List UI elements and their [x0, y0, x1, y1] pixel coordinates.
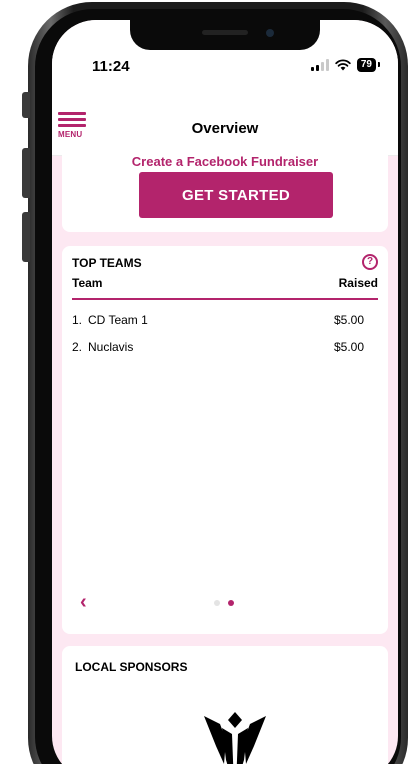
page-dot-active[interactable] — [228, 600, 234, 606]
cellular-signal-icon — [310, 59, 329, 71]
team-name: Nuclavis — [88, 340, 134, 354]
top-teams-card: TOP TEAMS ? Team Raised 1. CD Team 1 $5.… — [62, 246, 388, 634]
app-screen: 11:24 79 MENU Overview Create a Facebook… — [52, 20, 398, 764]
table-row: 2. Nuclavis $5.00 — [72, 340, 378, 362]
speaker-grille — [202, 30, 248, 35]
facebook-fundraiser-card: Create a Facebook Fundraiser GET STARTED — [62, 138, 388, 232]
local-sponsors-card: LOCAL SPONSORS — [62, 646, 388, 764]
help-icon[interactable]: ? — [362, 254, 378, 270]
sponsor-logo — [204, 712, 266, 764]
team-column-header: Team — [72, 276, 103, 290]
battery-indicator: 79 — [356, 58, 381, 72]
teams-table-header: Team Raised — [72, 276, 378, 300]
team-raised: $5.00 — [333, 313, 364, 327]
mute-switch — [22, 92, 30, 118]
local-sponsors-title: LOCAL SPONSORS — [75, 660, 188, 674]
front-camera — [266, 29, 274, 37]
team-rank: 1. — [72, 313, 83, 327]
volume-up-button — [22, 148, 30, 198]
table-row: 1. CD Team 1 $5.00 — [72, 313, 378, 335]
page-dot[interactable] — [214, 600, 220, 606]
page-title: Overview — [191, 120, 259, 137]
chevron-left-icon[interactable]: ‹ — [80, 592, 94, 612]
get-started-button[interactable]: GET STARTED — [139, 172, 333, 218]
team-rank: 2. — [72, 340, 83, 354]
wifi-icon — [335, 59, 351, 71]
facebook-fundraiser-link[interactable]: Create a Facebook Fundraiser — [62, 154, 388, 169]
volume-down-button — [22, 212, 30, 262]
status-time: 11:24 — [92, 58, 130, 75]
team-raised: $5.00 — [333, 340, 364, 354]
team-name: CD Team 1 — [88, 313, 148, 327]
status-icons: 79 — [310, 58, 381, 72]
raised-column-header: Raised — [338, 276, 378, 290]
page-indicator — [214, 600, 234, 606]
notch — [130, 20, 320, 50]
top-teams-title: TOP TEAMS — [72, 256, 142, 270]
